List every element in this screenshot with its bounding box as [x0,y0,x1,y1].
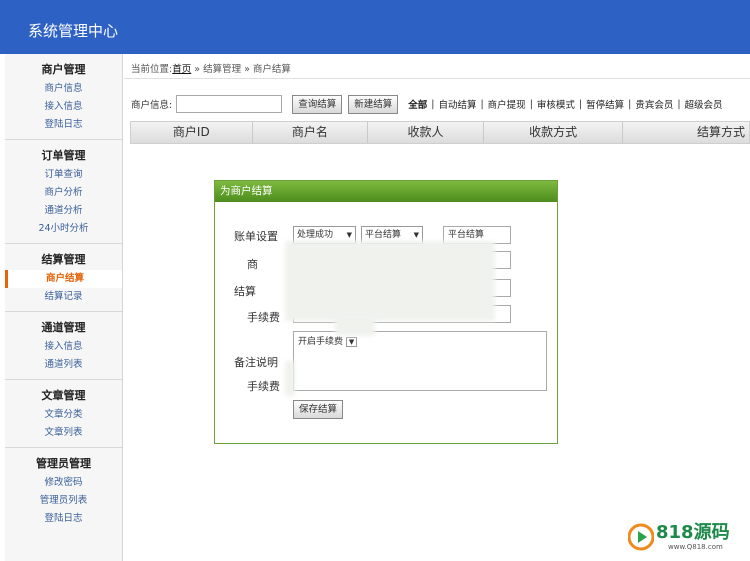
breadcrumb: 当前位置:首页 » 结算管理 » 商户结算 [131,61,291,75]
column-header: 收款方式 [484,122,624,143]
sidebar-group-admin: 管理员管理 修改密码 管理员列表 登陆日志 [5,448,122,533]
sidebar-group-merchant: 商户管理 商户信息 接入信息 登陆日志 [5,54,122,140]
filter-all[interactable]: 全部 [408,97,427,111]
settlement-dialog: 为商户结算 账单设置 处理成功 ▼ 平台结算 ▼ 平台结算 商 结算 手续费 开启手… [214,180,558,444]
column-header: 结算方式 [696,125,745,139]
sidebar-group-channel: 通道管理 接入信息 通道列表 [5,312,122,380]
save-settlement-button[interactable]: 保存结算 [293,400,344,419]
sidebar-group-title: 通道管理 [41,321,86,334]
filter-links: 全部 | 自动结算 | 商户提现 | 审核模式 | 暂停结算 | 贵宾会员 | 超级会员 [408,97,723,112]
sidebar-item-admin-list[interactable]: 管理员列表 [5,492,122,510]
sidebar-item-settlement-records[interactable]: 结算记录 [5,288,122,306]
platform-select-value: 平台结算 [365,230,402,240]
sidebar-group-order: 订单管理 订单查询 商户分析 通道分析 24小时分析 [5,140,122,244]
remark-textarea[interactable]: 开启手续费 ▼ [293,331,547,391]
shop-label: 商 [247,258,258,271]
filter-review-mode[interactable]: 审核模式 [537,97,575,111]
fee-label: 手续费 [247,311,280,324]
sidebar-item-channel-access-info[interactable]: 接入信息 [5,338,122,356]
merchant-info-label: 商户信息: [131,100,173,111]
column-header: 商户ID [131,122,253,143]
sidebar-item-change-password[interactable]: 修改密码 [5,474,122,492]
filter-super-member[interactable]: 超级会员 [685,97,723,111]
blur-overlay [335,316,375,336]
new-settlement-button[interactable]: 新建结算 [348,94,399,114]
blur-overlay [285,361,295,396]
sidebar-item-order-query[interactable]: 订单查询 [5,166,122,184]
column-header: 商户名 [253,122,369,143]
filter-merchant-withdrawal[interactable]: 商户提现 [488,97,526,111]
sidebar-group-title: 商户管理 [41,63,86,76]
sidebar-group-settlement: 结算管理 商户结算 结算记录 [5,244,122,312]
app-header: 系统管理中心 [0,0,750,54]
watermark-brand: 818源码 [656,522,730,543]
sidebar-group-title: 文章管理 [41,389,86,402]
sidebar-item-channel-list[interactable]: 通道列表 [5,356,122,374]
sidebar-item-merchant-settlement[interactable]: 商户结算 [5,270,122,288]
sidebar-item-merchant-analysis[interactable]: 商户分析 [5,184,122,202]
watermark-url: www.Q818.com [668,543,723,551]
search-bar: 商户信息: 查询结算 新建结算 全部 | 自动结算 | 商户提现 | 审核模式 | 暂停… [131,94,723,114]
blur-overlay [285,241,495,321]
sidebar-item-merchant-info[interactable]: 商户信息 [5,80,122,98]
merchant-info-input[interactable] [176,95,283,113]
settlement-label: 结算 [234,285,256,298]
sidebar-group-article: 文章管理 文章分类 文章列表 [5,380,122,448]
sidebar-item-admin-login-log[interactable]: 登陆日志 [5,510,122,528]
chevron-down-icon: ▼ [345,337,358,347]
sidebar-group-title: 订单管理 [41,149,86,162]
breadcrumb-home-link[interactable]: 首页 [172,64,191,75]
play-logo-icon [628,523,654,551]
filter-paused-settlement[interactable]: 暂停结算 [586,97,624,111]
dialog-title: 为商户结算 [215,181,557,202]
account-settings-label: 账单设置 [234,230,278,243]
filter-vip-member[interactable]: 贵宾会员 [635,97,673,111]
divider [124,78,750,79]
fee-label-2: 手续费 [247,380,280,393]
sidebar-item-article-category[interactable]: 文章分类 [5,406,122,424]
sidebar-group-title: 管理员管理 [36,457,91,470]
status-select-value: 处理成功 [297,230,334,240]
query-settlement-button[interactable]: 查询结算 [292,94,343,114]
filter-auto-settlement[interactable]: 自动结算 [438,97,476,111]
app-title: 系统管理中心 [28,22,119,40]
open-fee-select[interactable]: 开启手续费 [298,337,343,347]
watermark-logo: 818源码 www.Q818.com [628,518,748,558]
sidebar-item-24h-analysis[interactable]: 24小时分析 [5,220,122,238]
remark-label: 备注说明 [234,356,278,369]
sidebar-item-channel-analysis[interactable]: 通道分析 [5,202,122,220]
sidebar: 商户管理 商户信息 接入信息 登陆日志 订单管理 订单查询 商户分析 通道分析 … [5,54,123,561]
breadcrumb-rest: » 结算管理 » 商户结算 [191,64,291,75]
sidebar-item-access-info[interactable]: 接入信息 [5,98,122,116]
sidebar-group-title: 结算管理 [41,253,86,266]
table-header: 商户ID 商户名 收款人 收款方式 结算方式 [130,121,750,144]
column-header: 收款人 [368,122,484,143]
sidebar-item-login-log[interactable]: 登陆日志 [5,116,122,134]
breadcrumb-prefix: 当前位置: [131,64,173,75]
sidebar-item-article-list[interactable]: 文章列表 [5,424,122,442]
